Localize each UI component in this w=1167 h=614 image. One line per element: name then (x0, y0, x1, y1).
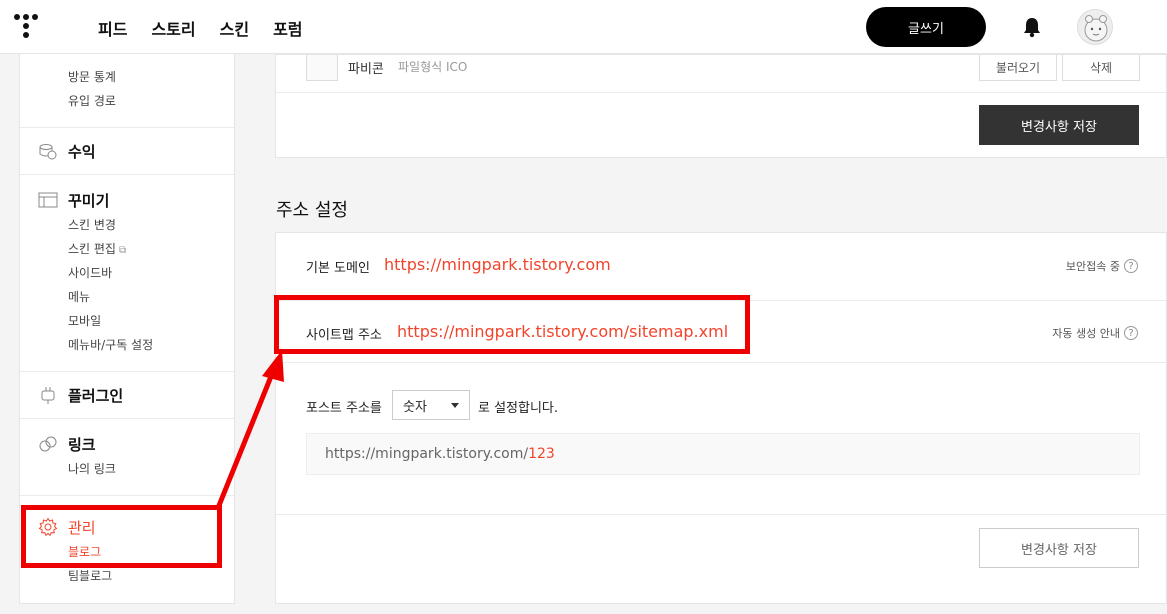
favicon-load-button[interactable]: 불러오기 (979, 55, 1057, 81)
auto-generate-help[interactable]: 자동 생성 안내 ? (1052, 325, 1138, 341)
post-address-type-value: 숫자 (403, 399, 427, 415)
question-icon: ? (1124, 259, 1138, 273)
sidebar-item-mobile[interactable]: 모바일 (20, 309, 234, 333)
sidebar-decorate-label: 꾸미기 (68, 191, 110, 210)
sidebar-item-menubar[interactable]: 메뉴바/구독 설정 (20, 333, 234, 357)
main-nav: 피드 스토리 스킨 포럼 (98, 16, 303, 40)
sidebar-item-menu[interactable]: 메뉴 (20, 285, 234, 309)
favicon-delete-button[interactable]: 삭제 (1062, 55, 1140, 81)
bell-icon[interactable] (1022, 16, 1042, 38)
link-icon (38, 434, 58, 454)
post-address-suffix: 로 설정합니다. (478, 401, 559, 416)
post-address-type-select[interactable]: 숫자 (392, 390, 470, 420)
save-changes-button[interactable]: 변경사항 저장 (979, 528, 1139, 568)
address-settings-card: 기본 도메인 https://mingpark.tistory.com 보안접속… (275, 232, 1167, 604)
post-address-row: 포스트 주소를 숫자 로 설정합니다. https://mingpark.tis… (276, 363, 1166, 515)
nav-story[interactable]: 스토리 (151, 16, 195, 40)
sidebar-item-link[interactable]: 링크 (20, 431, 234, 457)
sidebar-item-decorate[interactable]: 꾸미기 (20, 187, 234, 213)
auto-generate-text: 자동 생성 안내 (1052, 327, 1120, 340)
sidebar-item-skin-change[interactable]: 스킨 변경 (20, 213, 234, 237)
default-domain-row: 기본 도메인 https://mingpark.tistory.com 보안접속… (276, 233, 1166, 301)
top-header: 피드 스토리 스킨 포럼 글쓰기 (0, 0, 1167, 54)
sidebar-link-label: 링크 (68, 435, 96, 454)
secure-connection-text: 보안접속 중 (1065, 260, 1120, 273)
tistory-logo-icon[interactable] (14, 14, 38, 40)
nav-feed[interactable]: 피드 (98, 16, 127, 40)
plug-icon (38, 385, 58, 405)
post-url-number: 123 (528, 446, 555, 462)
sidebar-plugin-label: 플러그인 (68, 386, 124, 405)
favicon-row: 파비콘 파일형식 ICO 불러오기 삭제 (276, 55, 1166, 93)
layout-icon (38, 190, 58, 210)
manage-highlight-box (21, 505, 222, 568)
address-settings-title: 주소 설정 (276, 200, 348, 221)
sidebar-item-revenue[interactable]: 수익 (20, 138, 234, 164)
favicon-settings-card: 파비콘 파일형식 ICO 불러오기 삭제 변경사항 저장 (275, 54, 1167, 158)
external-link-icon: ⧉ (118, 245, 127, 256)
post-url-base: https://mingpark.tistory.com/ (325, 446, 529, 462)
sidebar-item-inflow[interactable]: 유입 경로 (20, 89, 234, 113)
sidebar-revenue-label: 수익 (68, 142, 96, 161)
write-button[interactable]: 글쓰기 (866, 7, 986, 47)
default-domain-label: 기본 도메인 (306, 261, 370, 276)
nav-forum[interactable]: 포럼 (273, 16, 302, 40)
avatar[interactable] (1077, 9, 1113, 45)
avatar-character-icon (1084, 15, 1108, 42)
question-icon: ? (1124, 326, 1138, 340)
post-address-label: 포스트 주소를 (306, 401, 382, 416)
sidebar-item-plugin[interactable]: 플러그인 (20, 382, 234, 408)
post-url-preview: https://mingpark.tistory.com/123 (306, 433, 1140, 475)
sidebar-item-sidebar[interactable]: 사이드바 (20, 261, 234, 285)
sidebar-item-skin-edit[interactable]: 스킨 편집 ⧉ (20, 237, 234, 261)
nav-skin[interactable]: 스킨 (220, 16, 249, 40)
secure-connection-help[interactable]: 보안접속 중 ? (1066, 258, 1138, 274)
sitemap-highlight-box (274, 295, 750, 354)
coins-icon (38, 141, 58, 161)
sidebar-item-visit-stats[interactable]: 방문 통계 (20, 65, 234, 89)
chevron-down-icon (451, 403, 459, 408)
favicon-label: 파비콘 (348, 62, 384, 77)
default-domain-url[interactable]: https://mingpark.tistory.com (384, 255, 611, 274)
save-changes-button-top[interactable]: 변경사항 저장 (979, 105, 1139, 145)
favicon-format-note: 파일형식 ICO (398, 60, 468, 74)
skin-edit-label: 스킨 편집 (68, 242, 116, 256)
sidebar-item-my-link[interactable]: 나의 링크 (20, 457, 234, 481)
favicon-thumbnail (306, 55, 338, 81)
